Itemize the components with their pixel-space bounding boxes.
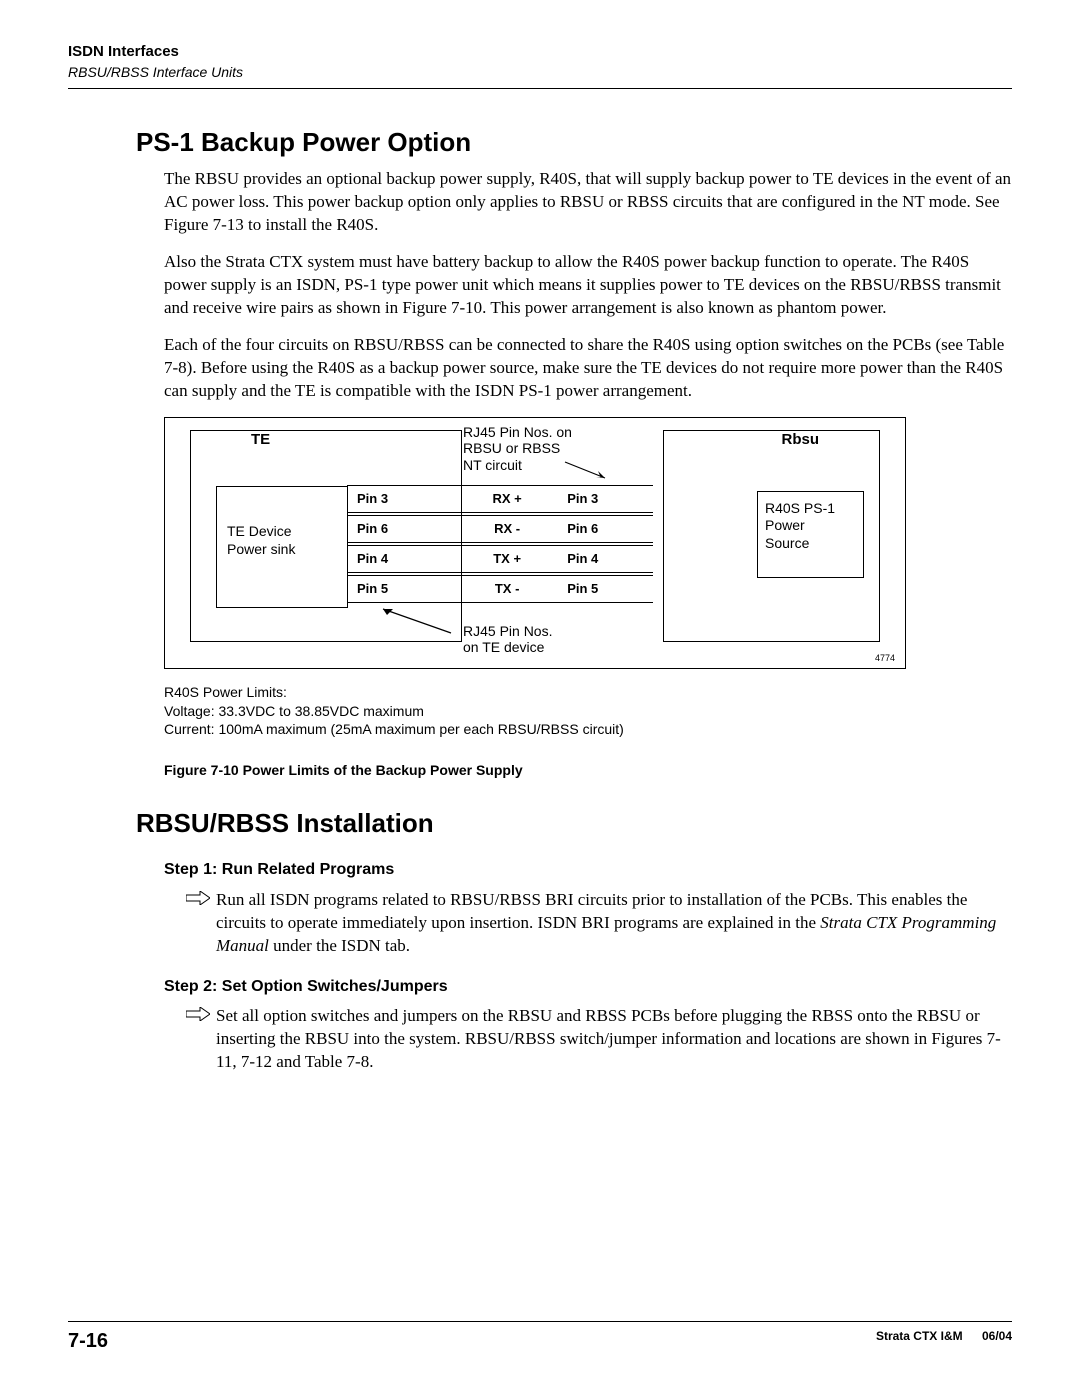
pinout-diagram: TE TE Device Power sink Pin 3 RX + Pin 3… <box>164 417 906 669</box>
pin-row: Pin 6 RX - Pin 6 <box>347 515 653 543</box>
arrow-icon <box>373 605 453 635</box>
step-heading: Step 2: Set Option Switches/Jumpers <box>164 976 1012 998</box>
body-paragraph: Also the Strata CTX system must have bat… <box>164 251 1012 320</box>
pin-left: Pin 5 <box>347 580 457 598</box>
footer-doc: Strata CTX I&M <box>876 1329 963 1343</box>
pin-right: Pin 5 <box>557 580 653 598</box>
pin-row: Pin 4 TX + Pin 4 <box>347 545 653 573</box>
header-rule <box>68 88 1012 89</box>
step-text: Set all option switches and jumpers on t… <box>216 1005 1012 1074</box>
pin-mid: RX - <box>457 520 557 538</box>
figure-number: 4774 <box>875 652 895 664</box>
pin-right: Pin 3 <box>557 490 653 508</box>
footer-rule <box>68 1321 1012 1322</box>
power-limits-line: R40S Power Limits: <box>164 683 1012 702</box>
section-title-install: RBSU/RBSS Installation <box>136 806 1012 841</box>
section-title-ps1: PS-1 Backup Power Option <box>136 125 1012 160</box>
bullet-arrow-icon <box>186 889 216 958</box>
power-limits-line: Current: 100mA maximum (25mA maximum per… <box>164 720 1012 739</box>
arrow-icon <box>563 460 613 480</box>
footer-date: 06/04 <box>982 1329 1012 1343</box>
header-title: ISDN Interfaces <box>68 42 1012 62</box>
step-heading: Step 1: Run Related Programs <box>164 859 1012 881</box>
step-item: Set all option switches and jumpers on t… <box>186 1005 1012 1074</box>
figure-caption: Figure 7-10 Power Limits of the Backup P… <box>164 761 1012 780</box>
body-paragraph: The RBSU provides an optional backup pow… <box>164 168 1012 237</box>
pin-row: Pin 3 RX + Pin 3 <box>347 485 653 513</box>
te-label: TE <box>251 430 270 450</box>
pin-right: Pin 6 <box>557 520 653 538</box>
pin-mid: TX + <box>457 550 557 568</box>
step-item: Run all ISDN programs related to RBSU/RB… <box>186 889 1012 958</box>
page-number: 7-16 <box>68 1328 108 1355</box>
pin-left: Pin 6 <box>347 520 457 538</box>
power-limits-block: R40S Power Limits: Voltage: 33.3VDC to 3… <box>164 683 1012 740</box>
body-paragraph: Each of the four circuits on RBSU/RBSS c… <box>164 334 1012 403</box>
page-footer: 7-16 Strata CTX I&M 06/04 <box>68 1321 1012 1355</box>
pin-right: Pin 4 <box>557 550 653 568</box>
header-subtitle: RBSU/RBSS Interface Units <box>68 63 1012 82</box>
pin-row: Pin 5 TX - Pin 5 <box>347 575 653 603</box>
bullet-arrow-icon <box>186 1005 216 1074</box>
rbsu-inner-text: R40S PS-1 Power Source <box>765 500 835 553</box>
note-top: RJ45 Pin Nos. on RBSU or RBSS NT circuit <box>463 424 572 474</box>
note-bottom: RJ45 Pin Nos. on TE device <box>463 623 552 657</box>
pin-mid: TX - <box>457 580 557 598</box>
rbsu-inner-block: R40S PS-1 Power Source <box>757 491 864 578</box>
rbsu-block: Rbsu R40S PS-1 Power Source <box>663 430 880 642</box>
te-inner-block: TE Device Power sink <box>216 486 348 608</box>
diagram-container: TE TE Device Power sink Pin 3 RX + Pin 3… <box>164 417 1012 669</box>
pin-left: Pin 4 <box>347 550 457 568</box>
rbsu-label: Rbsu <box>782 430 820 450</box>
pin-left: Pin 3 <box>347 490 457 508</box>
pin-mid: RX + <box>457 490 557 508</box>
te-inner-text: TE Device Power sink <box>227 522 295 558</box>
step-text: Run all ISDN programs related to RBSU/RB… <box>216 889 1012 958</box>
power-limits-line: Voltage: 33.3VDC to 38.85VDC maximum <box>164 702 1012 721</box>
step-text-span: under the ISDN tab. <box>269 936 410 955</box>
